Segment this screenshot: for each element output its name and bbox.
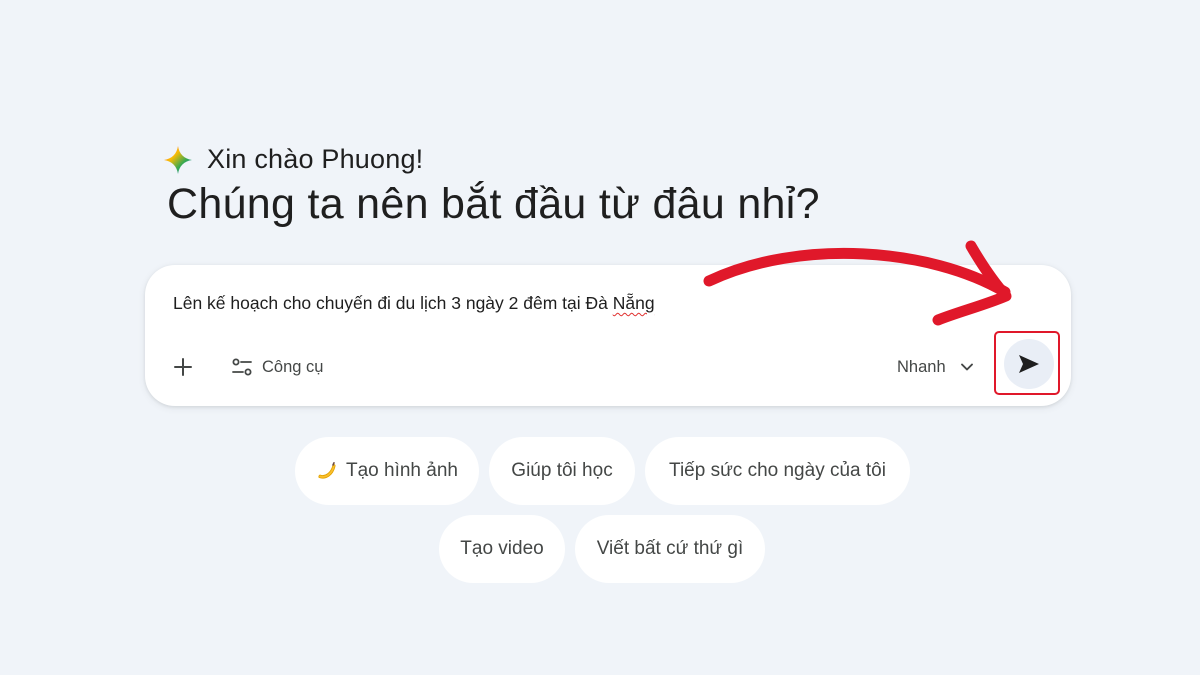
chip-write-anything[interactable]: Viết bất cứ thứ gì	[575, 515, 765, 583]
chip-boost-my-day[interactable]: Tiếp sức cho ngày của tôi	[645, 437, 910, 505]
prompt-text-misspelled: Nẵng	[612, 293, 655, 313]
tune-icon	[232, 358, 252, 376]
tools-label: Công cụ	[262, 357, 324, 376]
chip-label: Tạo hình ảnh	[346, 460, 458, 481]
prompt-input[interactable]: Lên kế hoạch cho chuyến đi du lịch 3 ngà…	[173, 293, 655, 314]
chip-label: Giúp tôi học	[511, 460, 613, 481]
page-title: Chúng ta nên bắt đầu từ đâu nhỉ?	[167, 180, 820, 228]
chip-label: Viết bất cứ thứ gì	[596, 538, 744, 559]
gemini-sparkle-icon	[164, 145, 192, 174]
chip-label: Tiếp sức cho ngày của tôi	[669, 460, 886, 481]
add-attachment-button[interactable]	[167, 351, 199, 383]
banana-icon	[316, 460, 338, 482]
chip-help-me-learn[interactable]: Giúp tôi học	[489, 437, 635, 505]
send-arrow-icon	[1019, 355, 1039, 373]
model-label: Nhanh	[897, 357, 946, 376]
chevron-down-icon	[960, 363, 973, 371]
prompt-text-main: Lên kế hoạch cho chuyến đi du lịch 3 ngà…	[173, 293, 613, 313]
model-selector[interactable]: Nhanh	[897, 353, 974, 381]
greeting-text: Xin chào Phuong!	[207, 144, 424, 174]
greeting: Xin chào Phuong!	[163, 144, 423, 175]
chip-create-image[interactable]: Tạo hình ảnh	[295, 437, 479, 505]
prompt-composer: Lên kế hoạch cho chuyến đi du lịch 3 ngà…	[145, 265, 1071, 406]
tools-button[interactable]: Công cụ	[231, 353, 323, 381]
chip-label: Tạo video	[460, 538, 544, 559]
send-button[interactable]	[1004, 339, 1054, 389]
plus-icon	[174, 358, 192, 376]
chip-create-video[interactable]: Tạo video	[439, 515, 565, 583]
